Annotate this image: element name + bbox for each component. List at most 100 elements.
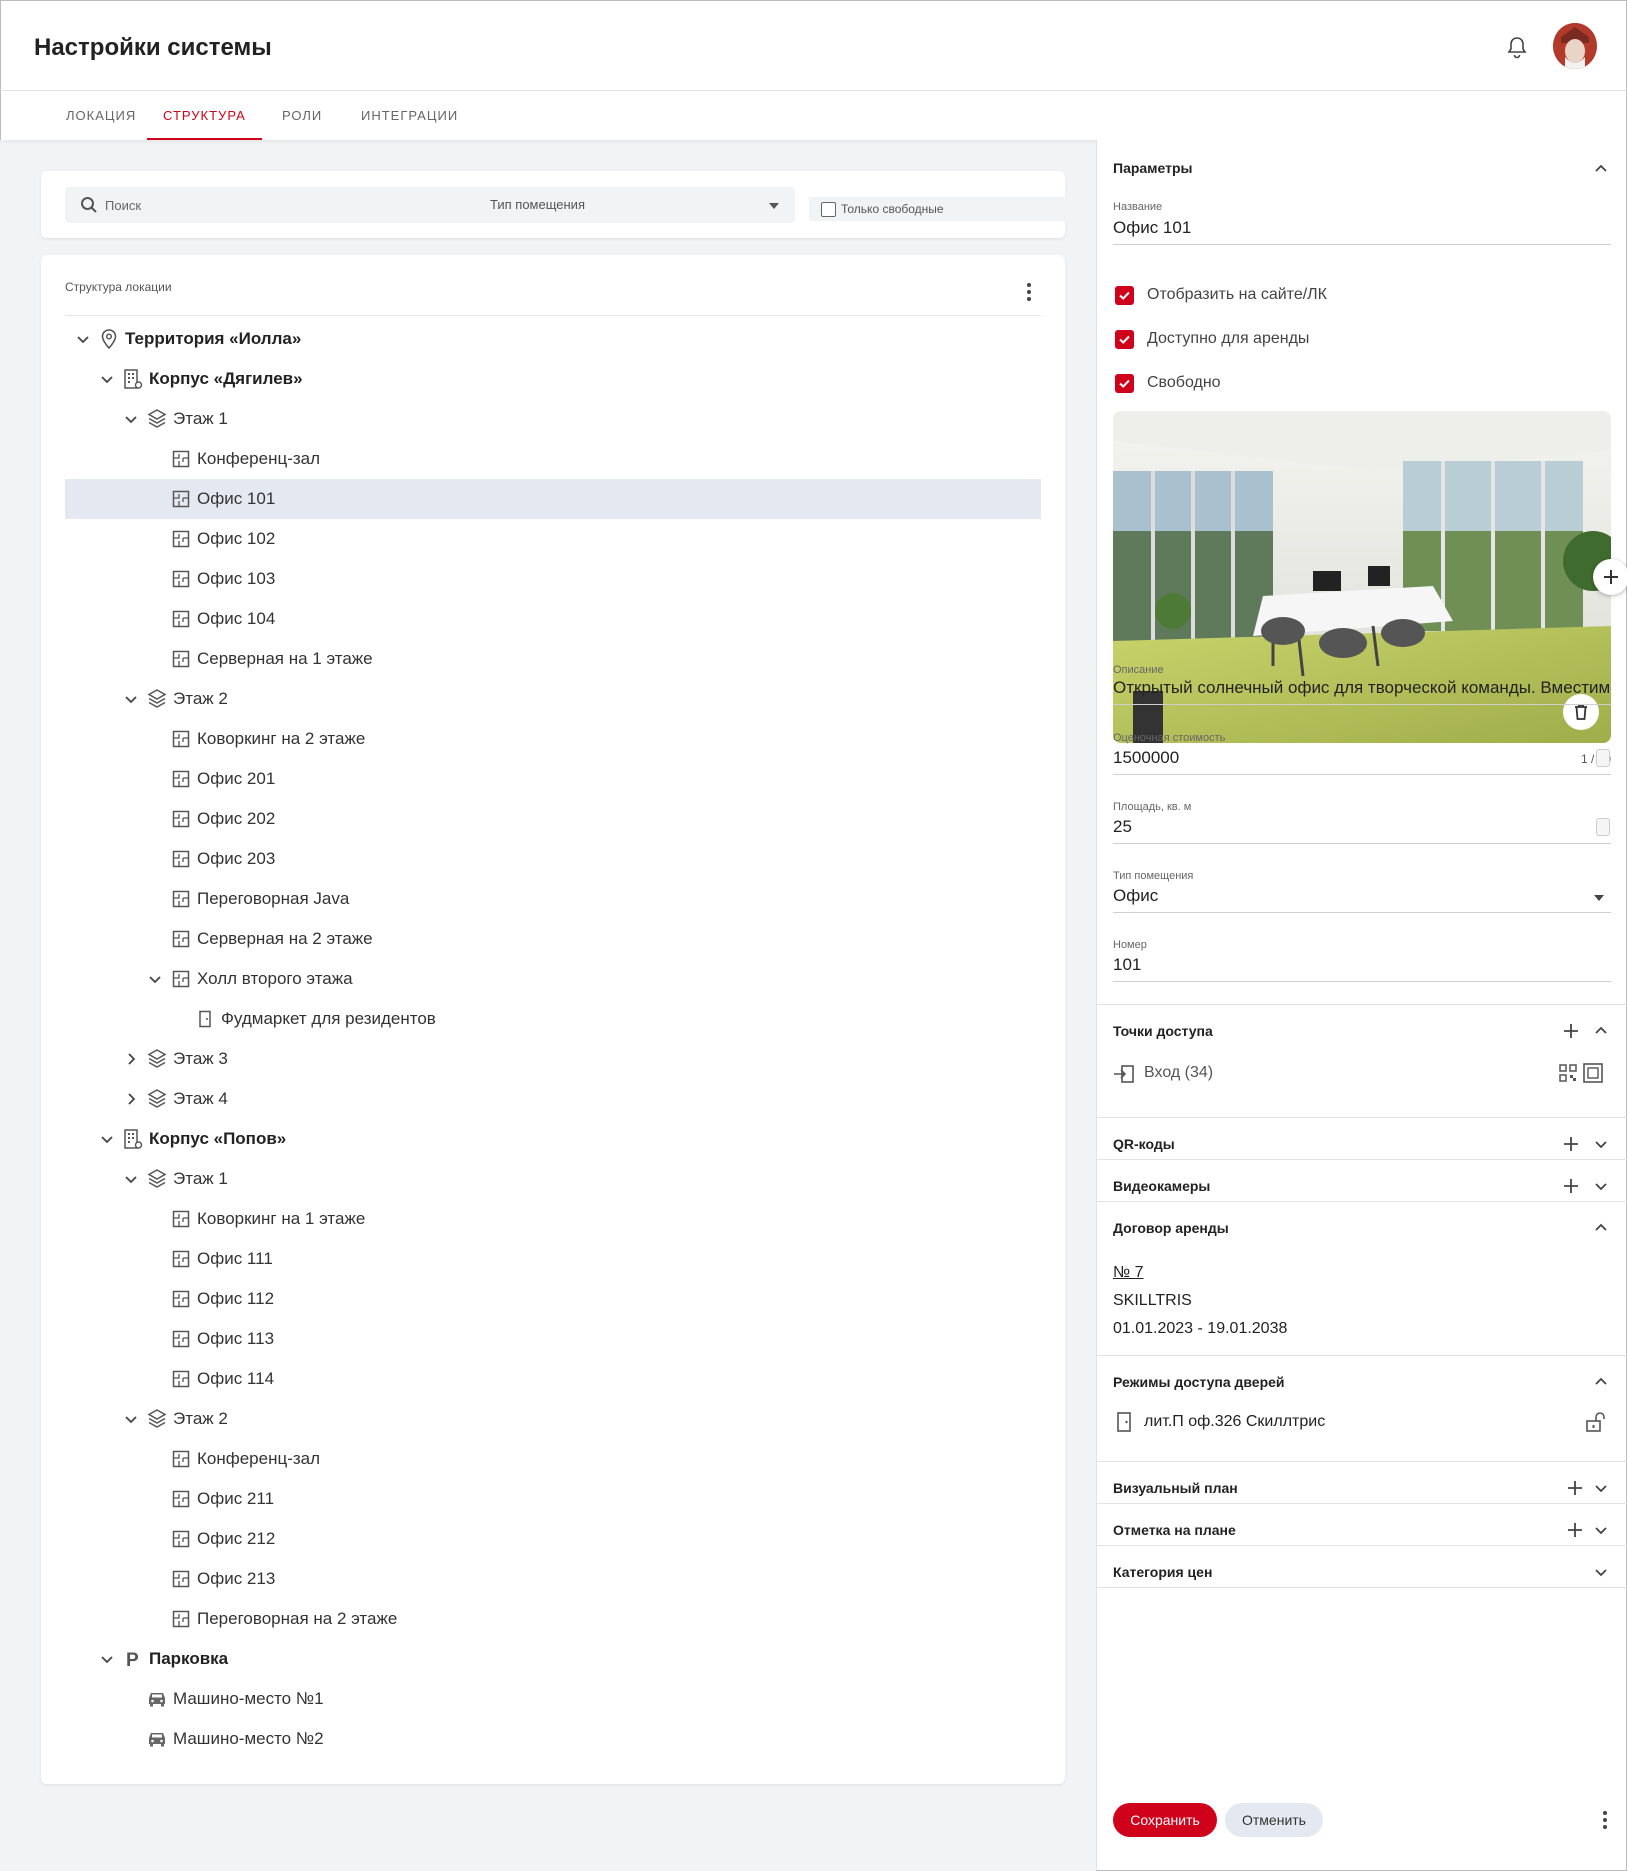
tree-node[interactable]: Корпус «Попов» bbox=[65, 1119, 1041, 1159]
collapse-chevron-up-icon[interactable] bbox=[1591, 1218, 1611, 1238]
tree-node[interactable]: Переговорная Java bbox=[65, 879, 1041, 919]
free-checkbox[interactable]: Свободно bbox=[1115, 372, 1221, 394]
unlock-icon[interactable] bbox=[1585, 1411, 1607, 1433]
tree-node[interactable]: Этаж 1 bbox=[65, 399, 1041, 439]
tree-node[interactable]: Офис 103 bbox=[65, 559, 1041, 599]
only-free-filter[interactable]: Только свободные bbox=[809, 197, 1081, 221]
tree-node[interactable]: Корпус «Дягилев» bbox=[65, 359, 1041, 399]
chevron-down-icon[interactable] bbox=[95, 1647, 119, 1671]
collapse-chevron-up-icon[interactable] bbox=[1591, 1372, 1611, 1392]
tree-node[interactable]: Конференц-зал bbox=[65, 1439, 1041, 1479]
cancel-button[interactable]: Отменить bbox=[1225, 1803, 1323, 1837]
tree-node[interactable]: Коворкинг на 1 этаже bbox=[65, 1199, 1041, 1239]
user-avatar[interactable] bbox=[1553, 23, 1597, 69]
room-type-select[interactable]: Тип помещения bbox=[478, 187, 795, 223]
available-for-rent-checkbox[interactable]: Доступно для аренды bbox=[1115, 328, 1309, 350]
tree-node[interactable]: Коворкинг на 2 этаже bbox=[65, 719, 1041, 759]
tab-location[interactable]: ЛОКАЦИЯ bbox=[66, 91, 136, 140]
tree-node[interactable]: Серверная на 1 этаже bbox=[65, 639, 1041, 679]
search-input[interactable] bbox=[105, 187, 495, 223]
chevron-down-icon[interactable] bbox=[119, 407, 143, 431]
tree-more-menu-icon[interactable] bbox=[1022, 283, 1036, 301]
tree-node[interactable]: Офис 102 bbox=[65, 519, 1041, 559]
tree-node[interactable]: Офис 202 bbox=[65, 799, 1041, 839]
checkbox-checked-icon[interactable] bbox=[1115, 285, 1134, 305]
tree-node[interactable]: Офис 203 bbox=[65, 839, 1041, 879]
tree-node[interactable]: Офис 211 bbox=[65, 1479, 1041, 1519]
tree-node[interactable]: Офис 201 bbox=[65, 759, 1041, 799]
add-visual-plan-icon[interactable] bbox=[1565, 1478, 1585, 1498]
dropdown-caret-icon[interactable] bbox=[1594, 895, 1604, 901]
expand-chevron-down-icon[interactable] bbox=[1591, 1478, 1611, 1498]
tree-node[interactable]: Офис 111 bbox=[65, 1239, 1041, 1279]
show-on-site-checkbox[interactable]: Отобразить на сайте/ЛК bbox=[1115, 284, 1327, 306]
chevron-right-icon[interactable] bbox=[119, 1087, 143, 1111]
tree-node[interactable]: Холл второго этажа bbox=[65, 959, 1041, 999]
save-button[interactable]: Сохранить bbox=[1113, 1803, 1217, 1837]
tab-roles[interactable]: РОЛИ bbox=[282, 91, 322, 140]
only-free-checkbox[interactable] bbox=[821, 202, 836, 217]
access-point-item[interactable]: Вход (34) bbox=[1144, 1064, 1213, 1082]
description-field[interactable]: Открытый солнечный офис для творческой к… bbox=[1113, 678, 1611, 705]
tree-node-label: Этаж 2 bbox=[173, 1409, 228, 1428]
tree-node[interactable]: Конференц-зал bbox=[65, 439, 1041, 479]
notifications-bell-icon[interactable] bbox=[1505, 35, 1529, 61]
tree-node[interactable]: Этаж 3 bbox=[65, 1039, 1041, 1079]
add-camera-icon[interactable] bbox=[1561, 1176, 1581, 1196]
tree-node[interactable]: Этаж 2 bbox=[65, 1399, 1041, 1439]
tree-node[interactable]: Офис 101 bbox=[65, 479, 1041, 519]
chevron-right-icon[interactable] bbox=[119, 1047, 143, 1071]
chevron-down-icon[interactable] bbox=[119, 1167, 143, 1191]
room-type-field[interactable]: Офис bbox=[1113, 886, 1611, 913]
add-access-point-icon[interactable] bbox=[1561, 1021, 1581, 1041]
tree-node[interactable]: Этаж 4 bbox=[65, 1079, 1041, 1119]
tree-node[interactable]: Офис 212 bbox=[65, 1519, 1041, 1559]
qr-code-icon[interactable] bbox=[1559, 1064, 1577, 1082]
checkbox-checked-icon[interactable] bbox=[1115, 329, 1134, 349]
access-points-title: Точки доступа bbox=[1113, 1023, 1213, 1039]
expand-chevron-down-icon[interactable] bbox=[1591, 1520, 1611, 1540]
lease-number-link[interactable]: № 7 bbox=[1113, 1264, 1144, 1282]
chevron-down-icon[interactable] bbox=[119, 1407, 143, 1431]
expand-chevron-down-icon[interactable] bbox=[1591, 1176, 1611, 1196]
more-options-icon[interactable] bbox=[1601, 1810, 1609, 1830]
tree-node[interactable]: Офис 112 bbox=[65, 1279, 1041, 1319]
expand-chevron-down-icon[interactable] bbox=[1591, 1134, 1611, 1154]
tree-node[interactable]: Машино-место №2 bbox=[65, 1719, 1041, 1759]
tree-node[interactable]: Офис 114 bbox=[65, 1359, 1041, 1399]
tab-structure[interactable]: СТРУКТУРА bbox=[147, 91, 262, 140]
tree-node[interactable]: Переговорная на 2 этаже bbox=[65, 1599, 1041, 1639]
tree-node[interactable]: Офис 113 bbox=[65, 1319, 1041, 1359]
add-qr-icon[interactable] bbox=[1561, 1134, 1581, 1154]
tree-node[interactable]: Офис 104 bbox=[65, 599, 1041, 639]
checkbox-checked-icon[interactable] bbox=[1115, 373, 1134, 393]
chevron-down-icon[interactable] bbox=[143, 967, 167, 991]
card-reader-icon[interactable] bbox=[1583, 1063, 1603, 1083]
chevron-down-icon[interactable] bbox=[95, 1127, 119, 1151]
tree-node[interactable]: Серверная на 2 этаже bbox=[65, 919, 1041, 959]
number-field[interactable]: 101 bbox=[1113, 955, 1611, 982]
tab-integrations[interactable]: ИНТЕГРАЦИИ bbox=[361, 91, 458, 140]
add-photo-button[interactable] bbox=[1593, 559, 1627, 595]
expand-chevron-down-icon[interactable] bbox=[1591, 1562, 1611, 1582]
tree-node[interactable]: Этаж 1 bbox=[65, 1159, 1041, 1199]
area-stepper[interactable] bbox=[1596, 818, 1610, 836]
cost-stepper[interactable] bbox=[1596, 749, 1610, 767]
collapse-chevron-up-icon[interactable] bbox=[1591, 1021, 1611, 1041]
chevron-down-icon[interactable] bbox=[119, 687, 143, 711]
tree-node[interactable]: Машино-место №1 bbox=[65, 1679, 1041, 1719]
door-mode-item[interactable]: лит.П оф.326 Скиллтрис bbox=[1144, 1413, 1325, 1431]
cost-field[interactable]: 1500000 bbox=[1113, 748, 1611, 775]
tree-node[interactable]: Территория «Иолла» bbox=[65, 319, 1041, 359]
tree-node[interactable]: Этаж 2 bbox=[65, 679, 1041, 719]
area-field[interactable]: 25 bbox=[1113, 817, 1611, 844]
tree-node[interactable]: Офис 213 bbox=[65, 1559, 1041, 1599]
chevron-down-icon[interactable] bbox=[95, 367, 119, 391]
add-plan-mark-icon[interactable] bbox=[1565, 1520, 1585, 1540]
tree-node[interactable]: Фудмаркет для резидентов bbox=[65, 999, 1041, 1039]
collapse-chevron-up-icon[interactable] bbox=[1591, 159, 1611, 179]
name-field[interactable]: Офис 101 bbox=[1113, 218, 1611, 245]
tree-node[interactable]: P Парковка bbox=[65, 1639, 1041, 1679]
chevron-down-icon[interactable] bbox=[71, 327, 95, 351]
